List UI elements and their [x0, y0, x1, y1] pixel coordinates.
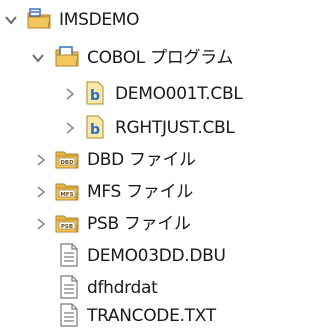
- tree-item-label: RGHTJUST.CBL: [115, 118, 235, 138]
- text-file-icon: [56, 242, 82, 268]
- tree-item-label: MFS ファイル: [87, 182, 193, 202]
- tree-item-label: DEMO001T.CBL: [115, 84, 243, 104]
- chevron-right-icon[interactable]: [34, 217, 48, 231]
- psb-folder-icon: PSB: [54, 210, 80, 236]
- tree-item-imsdemo[interactable]: IMSDEMO: [0, 0, 265, 40]
- tree-item-label: PSB ファイル: [87, 214, 191, 234]
- svg-text:DBD: DBD: [60, 160, 74, 166]
- mfs-folder-icon: MFS: [54, 178, 80, 204]
- text-file-icon: [56, 302, 82, 328]
- cobol-file-icon: b: [82, 80, 108, 106]
- svg-text:b: b: [90, 122, 100, 138]
- chevron-right-icon[interactable]: [34, 153, 48, 167]
- project-folder-icon: [26, 6, 52, 32]
- folder-icon: [54, 44, 80, 70]
- tree-item-label: COBOL プログラム: [87, 48, 234, 68]
- chevron-right-icon[interactable]: [34, 185, 48, 199]
- tree-item-file[interactable]: TRANCODE.TXT: [0, 296, 265, 336]
- svg-text:MFS: MFS: [60, 192, 73, 198]
- chevron-down-icon[interactable]: [31, 51, 45, 65]
- tree-item-label: DBD ファイル: [87, 150, 196, 170]
- cobol-file-icon: b: [82, 114, 108, 140]
- tree-item-label: IMSDEMO: [59, 10, 140, 30]
- dbd-folder-icon: DBD: [54, 146, 80, 172]
- svg-text:b: b: [90, 88, 100, 104]
- svg-text:PSB: PSB: [61, 224, 73, 230]
- chevron-right-icon[interactable]: [63, 87, 77, 101]
- chevron-down-icon[interactable]: [4, 13, 18, 27]
- project-tree: IMSDEMO COBOL プログラム b DEMO001T.CBL b RGH…: [0, 0, 265, 327]
- chevron-right-icon[interactable]: [63, 121, 77, 135]
- tree-item-label: DEMO03DD.DBU: [87, 246, 226, 266]
- tree-item-cobol-programs[interactable]: COBOL プログラム: [0, 38, 265, 78]
